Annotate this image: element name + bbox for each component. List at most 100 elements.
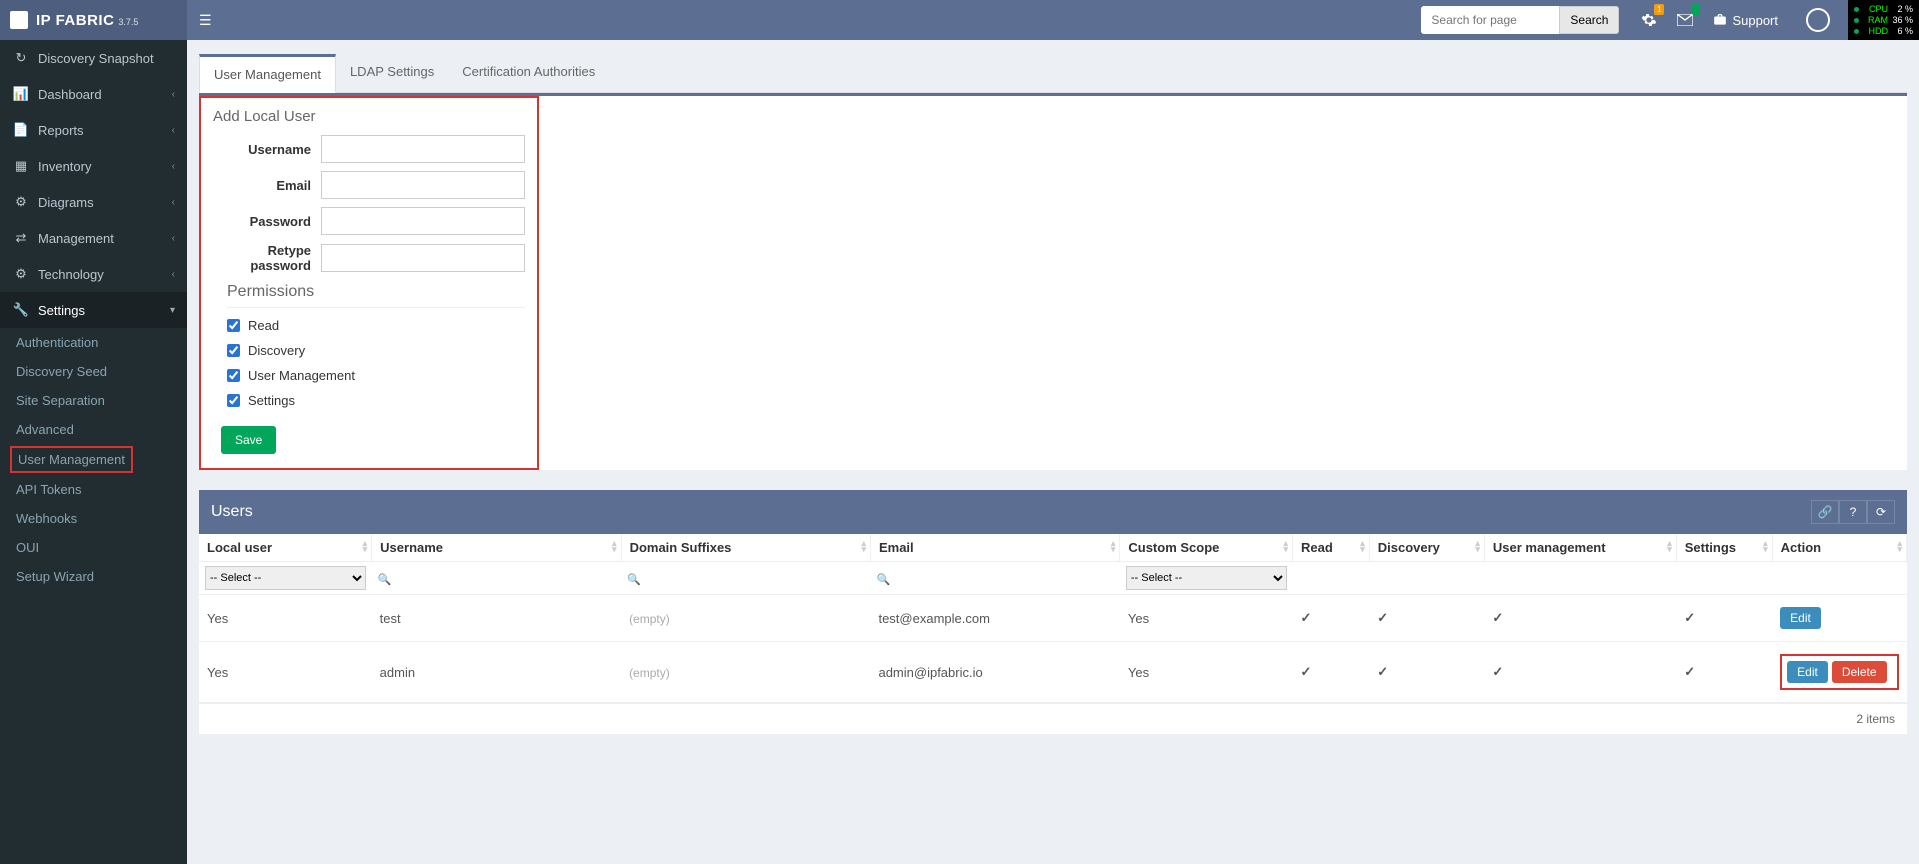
chevron-icon: ‹ bbox=[172, 197, 175, 208]
subnav-user-management[interactable]: User Management bbox=[10, 446, 133, 473]
email-label: Email bbox=[213, 178, 321, 193]
cell-usermgmt: ✓ bbox=[1484, 595, 1676, 642]
content: User Management LDAP Settings Certificat… bbox=[187, 40, 1919, 746]
subnav-discovery-seed[interactable]: Discovery Seed bbox=[0, 357, 187, 386]
menu-toggle-icon[interactable]: ☰ bbox=[187, 12, 224, 29]
help-icon[interactable]: ? bbox=[1839, 500, 1867, 524]
chevron-icon: ‹ bbox=[172, 125, 175, 136]
perm-discovery-label: Discovery bbox=[248, 343, 305, 358]
subnav-oui[interactable]: OUI bbox=[0, 533, 187, 562]
sort-icon: ▴▾ bbox=[861, 540, 866, 552]
sort-icon: ▴▾ bbox=[1360, 540, 1365, 552]
nav-reports[interactable]: 📄Reports‹ bbox=[0, 112, 187, 148]
col-settings[interactable]: Settings▴▾ bbox=[1676, 534, 1772, 562]
nav-settings[interactable]: 🔧Settings▾ bbox=[0, 292, 187, 328]
mail-icon[interactable] bbox=[1667, 0, 1703, 40]
cell-action: Edit bbox=[1772, 595, 1906, 642]
nav-icon: ↻ bbox=[12, 50, 30, 66]
col-username[interactable]: Username▴▾ bbox=[372, 534, 621, 562]
subnav-webhooks[interactable]: Webhooks bbox=[0, 504, 187, 533]
tab-certification-authorities[interactable]: Certification Authorities bbox=[448, 54, 609, 92]
subnav-api-tokens[interactable]: API Tokens bbox=[0, 475, 187, 504]
col-custom-scope[interactable]: Custom Scope▴▾ bbox=[1120, 534, 1293, 562]
retype-password-input[interactable] bbox=[321, 244, 525, 272]
cell-username: test bbox=[372, 595, 621, 642]
link-icon[interactable]: 🔗 bbox=[1811, 500, 1839, 524]
table-row: Yesadmin(empty)admin@ipfabric.ioYes✓✓✓✓E… bbox=[199, 642, 1907, 703]
subnav-setup-wizard[interactable]: Setup Wizard bbox=[0, 562, 187, 591]
email-filter-icon[interactable]: 🔍 bbox=[876, 574, 890, 586]
settings-gear-icon[interactable]: 1 bbox=[1631, 0, 1667, 40]
gear-badge: 1 bbox=[1654, 4, 1664, 15]
nav-label: Technology bbox=[38, 267, 104, 282]
cell-domain: (empty) bbox=[621, 642, 870, 703]
nav-label: Reports bbox=[38, 123, 84, 138]
save-button[interactable]: Save bbox=[221, 426, 276, 454]
col-discovery[interactable]: Discovery▴▾ bbox=[1369, 534, 1484, 562]
nav-label: Inventory bbox=[38, 159, 91, 174]
cell-username: admin bbox=[372, 642, 621, 703]
globe-icon[interactable] bbox=[1788, 0, 1848, 40]
nav-technology[interactable]: ⚙Technology‹ bbox=[0, 256, 187, 292]
nav-icon: ⚙ bbox=[12, 194, 30, 210]
chevron-icon: ‹ bbox=[172, 89, 175, 100]
search-button[interactable]: Search bbox=[1559, 6, 1619, 34]
delete-button[interactable]: Delete bbox=[1832, 661, 1887, 683]
edit-button[interactable]: Edit bbox=[1780, 607, 1821, 629]
cell-settings: ✓ bbox=[1676, 642, 1772, 703]
nav-icon: ⚙ bbox=[12, 266, 30, 282]
nav-label: Discovery Snapshot bbox=[38, 51, 154, 66]
username-input[interactable] bbox=[321, 135, 525, 163]
perm-settings-checkbox[interactable] bbox=[227, 394, 240, 407]
scope-filter[interactable]: -- Select -- bbox=[1126, 566, 1287, 590]
nav-label: Dashboard bbox=[38, 87, 102, 102]
email-input[interactable] bbox=[321, 171, 525, 199]
logo-area: IP FABRIC 3.7.5 bbox=[0, 0, 187, 40]
nav-icon: ▦ bbox=[12, 158, 30, 174]
nav-dashboard[interactable]: 📊Dashboard‹ bbox=[0, 76, 187, 112]
username-filter-icon[interactable]: 🔍 bbox=[378, 574, 392, 586]
perm-usermgmt-label: User Management bbox=[248, 368, 355, 383]
perm-read-checkbox[interactable] bbox=[227, 319, 240, 332]
logo-text: IP FABRIC bbox=[36, 12, 114, 29]
subnav-advanced[interactable]: Advanced bbox=[0, 415, 187, 444]
sort-icon: ▴▾ bbox=[1897, 540, 1902, 552]
chevron-icon: ‹ bbox=[172, 161, 175, 172]
perm-discovery-checkbox[interactable] bbox=[227, 344, 240, 357]
users-panel: Users 🔗 ? ⟳ Local user▴▾Username▴▾Domain… bbox=[199, 490, 1907, 734]
cell-email: test@example.com bbox=[870, 595, 1119, 642]
subnav-authentication[interactable]: Authentication bbox=[0, 328, 187, 357]
sidebar: ↻Discovery Snapshot📊Dashboard‹📄Reports‹▦… bbox=[0, 40, 187, 864]
refresh-icon[interactable]: ⟳ bbox=[1867, 500, 1895, 524]
cell-discovery: ✓ bbox=[1369, 642, 1484, 703]
col-local-user[interactable]: Local user▴▾ bbox=[199, 534, 372, 562]
chevron-icon: ‹ bbox=[172, 233, 175, 244]
cell-discovery: ✓ bbox=[1369, 595, 1484, 642]
edit-button[interactable]: Edit bbox=[1787, 661, 1828, 683]
mail-badge bbox=[1692, 4, 1700, 15]
search-input[interactable] bbox=[1421, 6, 1559, 34]
col-read[interactable]: Read▴▾ bbox=[1293, 534, 1370, 562]
system-stats: CPU2 % RAM36 % HDD6 % bbox=[1848, 0, 1919, 40]
col-action[interactable]: Action▴▾ bbox=[1772, 534, 1906, 562]
nav-inventory[interactable]: ▦ Inventory ‹ bbox=[0, 148, 187, 184]
perm-usermgmt-checkbox[interactable] bbox=[227, 369, 240, 382]
version-label: 3.7.5 bbox=[118, 17, 138, 27]
sort-icon: ▴▾ bbox=[1111, 540, 1116, 552]
col-user-management[interactable]: User management▴▾ bbox=[1484, 534, 1676, 562]
password-input[interactable] bbox=[321, 207, 525, 235]
domain-filter-icon[interactable]: 🔍 bbox=[627, 574, 641, 586]
col-email[interactable]: Email▴▾ bbox=[870, 534, 1119, 562]
cell-email: admin@ipfabric.io bbox=[870, 642, 1119, 703]
support-button[interactable]: Support bbox=[1703, 0, 1788, 40]
nav-diagrams[interactable]: ⚙Diagrams‹ bbox=[0, 184, 187, 220]
subnav-site-separation[interactable]: Site Separation bbox=[0, 386, 187, 415]
nav-discovery-snapshot[interactable]: ↻ Discovery Snapshot bbox=[0, 40, 187, 76]
col-domain-suffixes[interactable]: Domain Suffixes▴▾ bbox=[621, 534, 870, 562]
tab-user-management[interactable]: User Management bbox=[199, 54, 336, 93]
search-group: Search bbox=[1421, 6, 1619, 34]
nav-management[interactable]: ⇄Management‹ bbox=[0, 220, 187, 256]
local-user-filter[interactable]: -- Select -- bbox=[205, 566, 366, 590]
tab-ldap-settings[interactable]: LDAP Settings bbox=[336, 54, 448, 92]
password-label: Password bbox=[213, 214, 321, 229]
